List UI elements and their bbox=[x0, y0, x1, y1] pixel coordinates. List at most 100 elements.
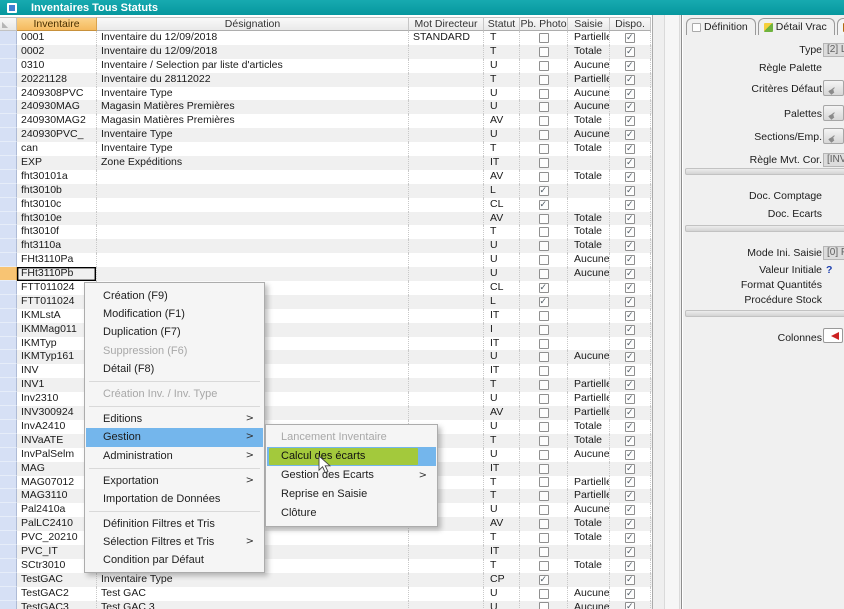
cell-saisie[interactable]: Aucune bbox=[568, 503, 610, 517]
checkbox-dispo[interactable] bbox=[625, 464, 635, 474]
menu-item[interactable]: Exportation> bbox=[86, 472, 263, 490]
cell-statut[interactable]: T bbox=[484, 489, 520, 503]
table-row[interactable]: 20221128Inventaire du 28112022TPartielle bbox=[0, 73, 652, 87]
column-header-mot_directeur[interactable]: Mot Directeur bbox=[409, 17, 484, 31]
cell-statut[interactable]: U bbox=[484, 503, 520, 517]
cell-pb_photo[interactable] bbox=[520, 350, 568, 364]
tab-detail-vrac[interactable]: Détail Vrac bbox=[758, 18, 835, 35]
cell-statut[interactable]: T bbox=[484, 142, 520, 156]
row-header[interactable] bbox=[0, 517, 17, 531]
cell-inventaire[interactable]: 0310 bbox=[17, 59, 97, 73]
checkbox-dispo[interactable] bbox=[625, 172, 635, 182]
checkbox-pb_photo[interactable] bbox=[539, 408, 549, 418]
cell-dispo[interactable] bbox=[610, 309, 651, 323]
row-header[interactable] bbox=[0, 573, 17, 587]
cell-saisie[interactable]: Totale bbox=[568, 114, 610, 128]
cell-pb_photo[interactable] bbox=[520, 517, 568, 531]
checkbox-dispo[interactable] bbox=[625, 311, 635, 321]
cell-statut[interactable]: U bbox=[484, 448, 520, 462]
cell-mot_directeur[interactable] bbox=[409, 323, 484, 337]
checkbox-dispo[interactable] bbox=[625, 241, 635, 251]
menu-item[interactable]: Condition par Défaut bbox=[86, 551, 263, 569]
cell-statut[interactable]: U bbox=[484, 239, 520, 253]
cell-saisie[interactable]: Totale bbox=[568, 434, 610, 448]
cell-saisie[interactable]: Aucune bbox=[568, 87, 610, 101]
cell-mot_directeur[interactable] bbox=[409, 198, 484, 212]
cell-statut[interactable]: IT bbox=[484, 309, 520, 323]
cell-mot_directeur[interactable] bbox=[409, 59, 484, 73]
checkbox-pb_photo[interactable] bbox=[539, 227, 549, 237]
checkbox-pb_photo[interactable] bbox=[539, 366, 549, 376]
checkbox-pb_photo[interactable] bbox=[539, 547, 549, 557]
cell-designation[interactable]: Inventaire Type bbox=[97, 573, 409, 587]
cell-pb_photo[interactable] bbox=[520, 420, 568, 434]
cell-designation[interactable] bbox=[97, 198, 409, 212]
cell-dispo[interactable] bbox=[610, 87, 651, 101]
column-header-inventaire[interactable]: Inventaire bbox=[17, 17, 97, 31]
cell-pb_photo[interactable] bbox=[520, 212, 568, 226]
cell-statut[interactable]: CL bbox=[484, 281, 520, 295]
checkbox-dispo[interactable] bbox=[625, 89, 635, 99]
cell-statut[interactable]: U bbox=[484, 350, 520, 364]
cell-statut[interactable]: U bbox=[484, 420, 520, 434]
cell-statut[interactable]: U bbox=[484, 267, 520, 281]
cell-statut[interactable]: AV bbox=[484, 406, 520, 420]
cell-pb_photo[interactable] bbox=[520, 587, 568, 601]
checkbox-dispo[interactable] bbox=[625, 269, 635, 279]
cell-statut[interactable]: IT bbox=[484, 462, 520, 476]
cell-pb_photo[interactable] bbox=[520, 198, 568, 212]
cell-dispo[interactable] bbox=[610, 601, 651, 609]
checkbox-dispo[interactable] bbox=[625, 519, 635, 529]
cell-mot_directeur[interactable] bbox=[409, 545, 484, 559]
checkbox-pb_photo[interactable] bbox=[539, 450, 549, 460]
cell-dispo[interactable] bbox=[610, 350, 651, 364]
cell-saisie[interactable]: Totale bbox=[568, 517, 610, 531]
checkbox-pb_photo[interactable] bbox=[539, 311, 549, 321]
cell-pb_photo[interactable] bbox=[520, 31, 568, 45]
row-header[interactable] bbox=[0, 184, 17, 198]
checkbox-dispo[interactable] bbox=[625, 561, 635, 571]
menu-item[interactable]: Importation de Données bbox=[86, 490, 263, 508]
cell-mot_directeur[interactable] bbox=[409, 100, 484, 114]
row-header[interactable] bbox=[0, 337, 17, 351]
row-header[interactable] bbox=[0, 462, 17, 476]
cell-inventaire[interactable]: TestGAC3 bbox=[17, 601, 97, 609]
checkbox-pb_photo[interactable] bbox=[539, 561, 549, 571]
cell-pb_photo[interactable] bbox=[520, 184, 568, 198]
row-header[interactable] bbox=[0, 45, 17, 59]
cell-dispo[interactable] bbox=[610, 434, 651, 448]
cell-inventaire[interactable]: fht30101a bbox=[17, 170, 97, 184]
checkbox-dispo[interactable] bbox=[625, 477, 635, 487]
cell-saisie[interactable]: Partielle bbox=[568, 73, 610, 87]
cell-pb_photo[interactable] bbox=[520, 406, 568, 420]
checkbox-dispo[interactable] bbox=[625, 491, 635, 501]
checkbox-pb_photo[interactable] bbox=[539, 436, 549, 446]
cell-mot_directeur[interactable] bbox=[409, 156, 484, 170]
cell-designation[interactable]: Inventaire Type bbox=[97, 128, 409, 142]
cell-pb_photo[interactable] bbox=[520, 253, 568, 267]
cell-statut[interactable]: AV bbox=[484, 517, 520, 531]
row-header[interactable] bbox=[0, 114, 17, 128]
cell-saisie[interactable] bbox=[568, 364, 610, 378]
checkbox-dispo[interactable] bbox=[625, 505, 635, 515]
checkbox-pb_photo[interactable] bbox=[539, 200, 549, 210]
cell-dispo[interactable] bbox=[610, 420, 651, 434]
cell-inventaire[interactable]: fht3110a bbox=[17, 239, 97, 253]
checkbox-dispo[interactable] bbox=[625, 533, 635, 543]
checkbox-dispo[interactable] bbox=[625, 575, 635, 585]
cell-mot_directeur[interactable] bbox=[409, 559, 484, 573]
cell-statut[interactable]: T bbox=[484, 559, 520, 573]
cell-mot_directeur[interactable] bbox=[409, 45, 484, 59]
cell-statut[interactable]: T bbox=[484, 45, 520, 59]
checkbox-dispo[interactable] bbox=[625, 408, 635, 418]
checkbox-pb_photo[interactable] bbox=[539, 130, 549, 140]
cell-saisie[interactable] bbox=[568, 295, 610, 309]
cell-designation[interactable] bbox=[97, 170, 409, 184]
cell-dispo[interactable] bbox=[610, 156, 651, 170]
checkbox-pb_photo[interactable] bbox=[539, 297, 549, 307]
cell-dispo[interactable] bbox=[610, 142, 651, 156]
cell-pb_photo[interactable] bbox=[520, 309, 568, 323]
cell-pb_photo[interactable] bbox=[520, 114, 568, 128]
cell-dispo[interactable] bbox=[610, 295, 651, 309]
checkbox-dispo[interactable] bbox=[625, 547, 635, 557]
